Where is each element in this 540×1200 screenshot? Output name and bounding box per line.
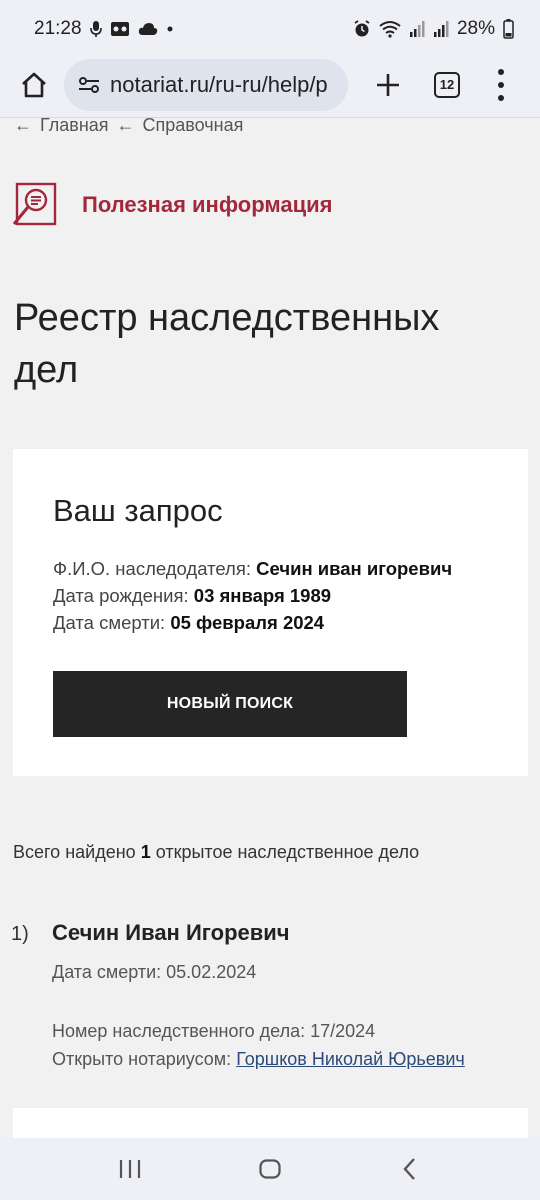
new-search-button[interactable]: НОВЫЙ ПОИСК <box>53 671 407 737</box>
new-tab-button[interactable] <box>372 65 404 105</box>
wifi-icon <box>379 20 401 38</box>
request-birth-row: Дата рождения: 03 января 1989 <box>53 582 452 609</box>
menu-dot-icon <box>498 68 504 75</box>
results-summary: Всего найдено 1 открытое наследственное … <box>13 842 419 863</box>
request-name-row: Ф.И.О. наследодателя: Сечин иван игореви… <box>53 555 452 582</box>
alarm-icon <box>353 20 371 38</box>
breadcrumb-home[interactable]: Главная <box>40 115 109 136</box>
browser-menu-button[interactable] <box>496 68 506 101</box>
found-count: 1 <box>140 842 151 862</box>
section-heading: Полезная информация <box>12 182 333 228</box>
breadcrumb: ← Главная ← Справочная <box>14 115 243 136</box>
plus-icon <box>377 73 399 96</box>
breadcrumb-help[interactable]: Справочная <box>143 115 244 136</box>
request-card: Ваш запрос Ф.И.О. наследодателя: Сечин и… <box>13 449 528 776</box>
document-search-icon <box>12 182 57 226</box>
browser-toolbar: notariat.ru/ru-ru/help/p 12 <box>0 52 540 118</box>
result-index: 1) <box>11 923 29 945</box>
recents-button[interactable] <box>110 1149 150 1189</box>
found-suffix: открытое наследственное дело <box>155 842 420 862</box>
page-title: Реестр наследственных дел <box>14 297 440 391</box>
site-settings-icon[interactable] <box>78 75 100 95</box>
result-death-date: Дата смерти: 05.02.2024 <box>52 962 257 982</box>
request-card-title: Ваш запрос <box>53 493 223 528</box>
result-case-number: Номер наследственного дела: 17/2024 <box>52 1021 376 1041</box>
system-nav-bar <box>0 1138 540 1200</box>
battery-icon <box>503 19 514 39</box>
home-nav-button[interactable] <box>250 1149 290 1189</box>
status-bar: 21:28 28% <box>0 0 540 58</box>
tab-switcher-button[interactable]: 12 <box>434 71 460 98</box>
back-arrow-icon: ← <box>14 115 32 135</box>
address-bar[interactable]: notariat.ru/ru-ru/help/p <box>64 58 348 111</box>
notary-link[interactable]: Горшков Николай Юрьевич <box>236 1049 465 1069</box>
status-time: 21:28 <box>34 18 82 39</box>
name-label: Ф.И.О. наследодателя: <box>53 558 251 579</box>
found-prefix: Всего найдено <box>13 842 136 862</box>
back-icon <box>403 1158 415 1180</box>
notary-label: Открыто нотариусом: <box>52 1049 232 1069</box>
birth-label: Дата рождения: <box>53 585 189 606</box>
back-arrow-icon: ← <box>116 115 135 135</box>
voicemail-icon <box>110 21 130 37</box>
result-case-info: Номер наследственного дела: 17/2024 Откр… <box>52 1017 465 1073</box>
signal-icon-2 <box>433 20 449 38</box>
result-name: Сечин Иван Игоревич <box>52 920 290 945</box>
recents-icon <box>119 1160 141 1178</box>
menu-dot-icon <box>498 81 504 88</box>
signal-icon <box>409 20 425 38</box>
birth-value: 03 января 1989 <box>193 585 332 606</box>
dot-icon <box>166 25 174 33</box>
death-value: 05 февраля 2024 <box>170 612 325 633</box>
tab-count: 12 <box>439 77 455 92</box>
url-text[interactable]: notariat.ru/ru-ru/help/p <box>110 72 328 98</box>
menu-dot-icon <box>498 94 504 101</box>
battery-percent: 28% <box>456 18 495 39</box>
back-button[interactable] <box>390 1149 430 1189</box>
death-label: Дата смерти: <box>53 612 166 633</box>
cloud-icon <box>138 22 158 36</box>
home-icon <box>22 72 46 97</box>
home-nav-icon <box>259 1159 281 1179</box>
section-title: Полезная информация <box>82 192 333 217</box>
request-death-row: Дата смерти: 05 февраля 2024 <box>53 609 452 636</box>
request-details: Ф.И.О. наследодателя: Сечин иван игореви… <box>53 555 452 636</box>
mic-icon <box>89 20 102 38</box>
home-button[interactable] <box>14 65 54 105</box>
result-notary-row: Открыто нотариусом: Горшков Николай Юрье… <box>52 1045 465 1073</box>
name-value: Сечин иван игоревич <box>256 558 453 579</box>
